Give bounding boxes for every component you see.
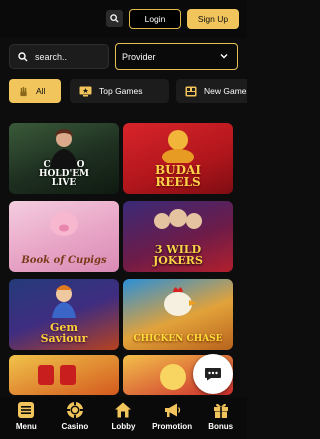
login-button[interactable]: Login: [129, 9, 181, 29]
chip-icon: [66, 402, 83, 418]
search-icon: [110, 14, 119, 23]
nav-menu[interactable]: Menu: [2, 397, 51, 439]
chat-dots-icon: [205, 368, 221, 381]
bottom-nav: Menu Casino Lobby Promotion Bonus: [0, 397, 247, 439]
game-title: Book of Cupigs: [21, 255, 107, 266]
game-title: Gem Saviour: [40, 321, 88, 345]
new-games-icon: [185, 86, 197, 96]
search-icon: [18, 51, 28, 61]
nav-promotion-label: Promotion: [152, 422, 193, 431]
category-tabs: All Top Games New Games: [9, 79, 247, 103]
megaphone-icon: [165, 403, 181, 417]
budai-figure: [162, 130, 194, 163]
lantern-figure: [38, 365, 76, 385]
nav-promotion[interactable]: Promotion: [148, 397, 197, 439]
tab-new-games-label: New Games: [204, 86, 247, 96]
home-icon: [115, 402, 132, 418]
search-placeholder: search..: [35, 51, 68, 62]
jokers-figure: [154, 209, 202, 229]
tab-all[interactable]: All: [9, 79, 61, 103]
header-search-button[interactable]: [106, 10, 123, 27]
game-title: CHICKEN CHASE: [133, 334, 223, 344]
chicken-figure: [164, 287, 197, 316]
game-tile-budai-reels[interactable]: BUDAI REELS: [123, 123, 233, 194]
game-tile-gem-saviour[interactable]: Gem Saviour: [9, 279, 119, 350]
game-tile-chicken-chase[interactable]: CHICKEN CHASE: [123, 279, 233, 350]
game-title: BUDAI REELS: [155, 163, 201, 189]
tab-new-games[interactable]: New Games: [176, 79, 247, 103]
hand-icon: [20, 86, 27, 96]
provider-select-label: Provider: [122, 51, 156, 62]
game-tile-3-wild-jokers[interactable]: 3 WILD JOKERS: [123, 201, 233, 272]
signup-button[interactable]: Sign Up: [187, 9, 239, 29]
tab-top-games[interactable]: Top Games: [70, 79, 169, 103]
provider-select[interactable]: Provider: [115, 43, 238, 70]
dealer-figure: [50, 129, 78, 169]
game-tile-book-of-cupigs[interactable]: Book of Cupigs: [9, 201, 119, 272]
nav-casino[interactable]: Casino: [51, 397, 100, 439]
tab-top-games-label: Top Games: [99, 86, 143, 96]
game-tile-casino-holdem[interactable]: CASINO HOLD'EM LIVE: [9, 123, 119, 194]
live-chat-button[interactable]: [193, 354, 233, 394]
nav-lobby[interactable]: Lobby: [99, 397, 148, 439]
nav-lobby-label: Lobby: [111, 422, 136, 431]
hero-figure: [52, 285, 76, 318]
nav-bonus-label: Bonus: [208, 422, 234, 431]
tab-all-label: All: [36, 86, 46, 96]
star-screen-icon: [79, 86, 92, 96]
nav-casino-label: Casino: [61, 422, 89, 431]
nav-bonus[interactable]: Bonus: [196, 397, 245, 439]
chevron-down-icon: [220, 54, 228, 59]
cupig-figure: [50, 212, 78, 236]
nav-menu-label: Menu: [15, 422, 37, 431]
game-title: 3 WILD JOKERS: [153, 243, 203, 267]
top-header: Login Sign Up: [0, 0, 247, 38]
game-tile-partial-left[interactable]: [9, 355, 119, 395]
menu-icon: [18, 402, 35, 418]
game-search-input[interactable]: search..: [9, 44, 109, 69]
gift-icon: [213, 403, 228, 418]
